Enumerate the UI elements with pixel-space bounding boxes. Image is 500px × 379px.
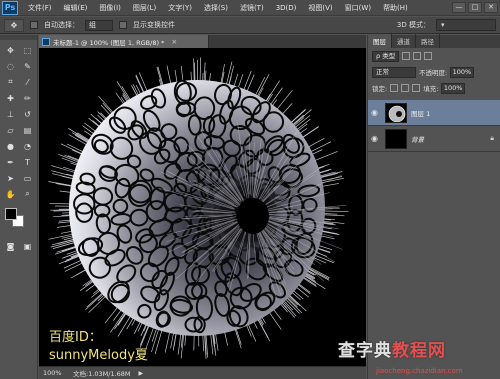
photoshop-logo: Ps [2,0,18,15]
close-button[interactable]: ✕ [484,2,498,13]
menu-edit[interactable]: 编辑(E) [58,3,94,13]
foreground-color-swatch[interactable] [5,208,17,220]
menu-filter[interactable]: 滤镜(T) [234,3,270,13]
status-bar: 100% 文档:1.03M/1.68M ▶ [39,366,366,379]
photoshop-window: Ps 文件(F) 编辑(E) 图像(I) 图层(L) 文字(Y) 选择(S) 滤… [0,0,500,379]
3d-mode-label: 3D 模式： [396,21,430,29]
caption-line-1: 百度ID： [49,330,102,345]
options-bar: ✥ 自动选择： 组 显示变换控件 3D 模式： ▾ [0,17,500,34]
pixel-filter-icon[interactable] [402,52,411,60]
eraser-tool-icon[interactable]: ▱ [3,123,18,137]
layer-name[interactable]: 图层 1 [411,108,430,118]
lock-label: 锁定: [372,85,388,93]
layer-thumbnail [385,102,407,123]
lock-position-icon[interactable] [412,84,421,92]
blend-row: 正常 不透明度: 100% [368,64,500,80]
eyedropper-tool-icon[interactable]: ⁄ [20,75,35,89]
document-ps-icon [42,37,50,46]
crop-tool-icon[interactable]: ⌗ [3,75,18,89]
workspace-dropdown[interactable]: ▾ [436,19,496,31]
layer-filter-dropdown[interactable]: ρ 类型 [372,50,400,62]
screen-mode-icon[interactable]: ▣ [20,239,35,253]
document-size-info: 文档:1.03M/1.68M [73,370,131,378]
healing-brush-tool-icon[interactable]: ✚ [3,91,18,105]
layers-list: ◉ 图层 1 ◉ 背景 🔒︎ [368,100,500,152]
menu-file[interactable]: 文件(F) [22,3,58,13]
opacity-input[interactable]: 100% [450,66,475,78]
menu-help[interactable]: 帮助(H) [377,3,414,13]
zoom-level[interactable]: 100% [43,369,67,377]
layers-panel: 图层 通道 路径 ρ 类型 正常 不透明度: 100% 锁定: 填充: 100%… [367,34,500,379]
lock-pixels-icon[interactable] [401,84,410,92]
layer-name[interactable]: 背景 [411,134,424,144]
blend-mode-dropdown[interactable]: 正常 [372,66,416,78]
caption-line-2: sunnyMelody夏 [49,348,148,363]
auto-select-dropdown[interactable]: 组 [85,19,113,31]
menu-layer[interactable]: 图层(L) [127,3,162,13]
blur-tool-icon[interactable]: ● [3,139,18,153]
auto-select-label: 自动选择： [44,21,79,29]
document-tab[interactable]: 未标题-1 @ 100% (图层 1, RGB/8) * × [39,35,209,48]
clone-stamp-tool-icon[interactable]: ⊥ [3,107,18,121]
menu-bar: Ps 文件(F) 编辑(E) 图像(I) 图层(L) 文字(Y) 选择(S) 滤… [0,0,500,16]
author-caption: 百度ID： sunnyMelody夏 [49,329,148,365]
document-tab-bar: 未标题-1 @ 100% (图层 1, RGB/8) * × [39,35,366,48]
move-tool-preset-icon[interactable]: ✥ [4,18,24,32]
menu-view[interactable]: 视图(V) [302,3,338,13]
dodge-tool-icon[interactable]: ◔ [20,139,35,153]
tab-close-icon[interactable]: × [171,38,177,46]
visibility-eye-icon[interactable]: ◉ [371,134,381,143]
opacity-label: 不透明度: [419,69,448,77]
brush-tool-icon[interactable]: ✏ [20,91,35,105]
tab-layers[interactable]: 图层 [368,34,392,48]
menu-type[interactable]: 文字(Y) [162,3,198,13]
shape-tool-icon[interactable]: ▭ [20,171,35,185]
move-tool-icon[interactable]: ✥ [3,43,18,57]
fill-label: 填充: [423,85,439,93]
document-area: 未标题-1 @ 100% (图层 1, RGB/8) * × 百度ID： sun… [39,35,366,379]
layer-row-background[interactable]: ◉ 背景 🔒︎ [368,126,500,152]
document-tab-title: 未标题-1 @ 100% (图层 1, RGB/8) * [53,38,165,47]
tab-paths[interactable]: 路径 [416,34,440,48]
window-controls: — □ ✕ [452,2,498,13]
layer-row-1[interactable]: ◉ 图层 1 [368,100,500,126]
tab-channels[interactable]: 通道 [392,34,416,48]
spiky-sphere-artwork [48,57,349,359]
adjustment-filter-icon[interactable] [413,52,422,60]
quick-select-tool-icon[interactable]: ✎ [20,59,35,73]
panel-tabs: 图层 通道 路径 [368,34,500,48]
auto-select-checkbox[interactable] [30,21,38,29]
show-transform-checkbox[interactable] [119,21,127,29]
quick-mask-icon[interactable]: ◙ [3,239,18,253]
visibility-eye-icon[interactable]: ◉ [371,108,381,117]
status-menu-arrow-icon[interactable]: ▶ [139,370,144,377]
document-canvas[interactable]: 百度ID： sunnyMelody夏 [39,48,366,366]
lock-icon: 🔒︎ [490,134,494,142]
layer-filter-row: ρ 类型 [368,48,500,64]
type-tool-icon[interactable]: T [20,155,35,169]
history-brush-tool-icon[interactable]: ↺ [20,107,35,121]
menu-window[interactable]: 窗口(W) [339,3,377,13]
color-swatches [3,208,34,232]
hand-tool-icon[interactable]: ✋ [3,187,18,201]
zoom-tool-icon[interactable]: ⌕ [20,187,35,201]
path-select-tool-icon[interactable]: ➤ [3,171,18,185]
menu-select[interactable]: 选择(S) [198,3,234,13]
lock-transparent-icon[interactable] [390,84,399,92]
type-filter-icon[interactable] [424,52,433,60]
menu-3d[interactable]: 3D(D) [270,4,303,12]
show-transform-label: 显示变换控件 [133,21,175,29]
menu-image[interactable]: 图像(I) [93,3,127,13]
tools-panel: ✥ ⬚ ◌ ✎ ⌗ ⁄ ✚ ✏ ⊥ ↺ ▱ ▤ ● ◔ ✒ T ➤ ▭ ✋ ⌕ … [0,35,38,379]
pen-tool-icon[interactable]: ✒ [3,155,18,169]
layer-thumbnail [385,128,407,149]
fill-input[interactable]: 100% [441,82,466,94]
lasso-tool-icon[interactable]: ◌ [3,59,18,73]
minimize-button[interactable]: — [452,2,466,13]
marquee-tool-icon[interactable]: ⬚ [20,43,35,57]
gradient-tool-icon[interactable]: ▤ [20,123,35,137]
lock-row: 锁定: 填充: 100% [368,80,500,96]
maximize-button[interactable]: □ [468,2,482,13]
